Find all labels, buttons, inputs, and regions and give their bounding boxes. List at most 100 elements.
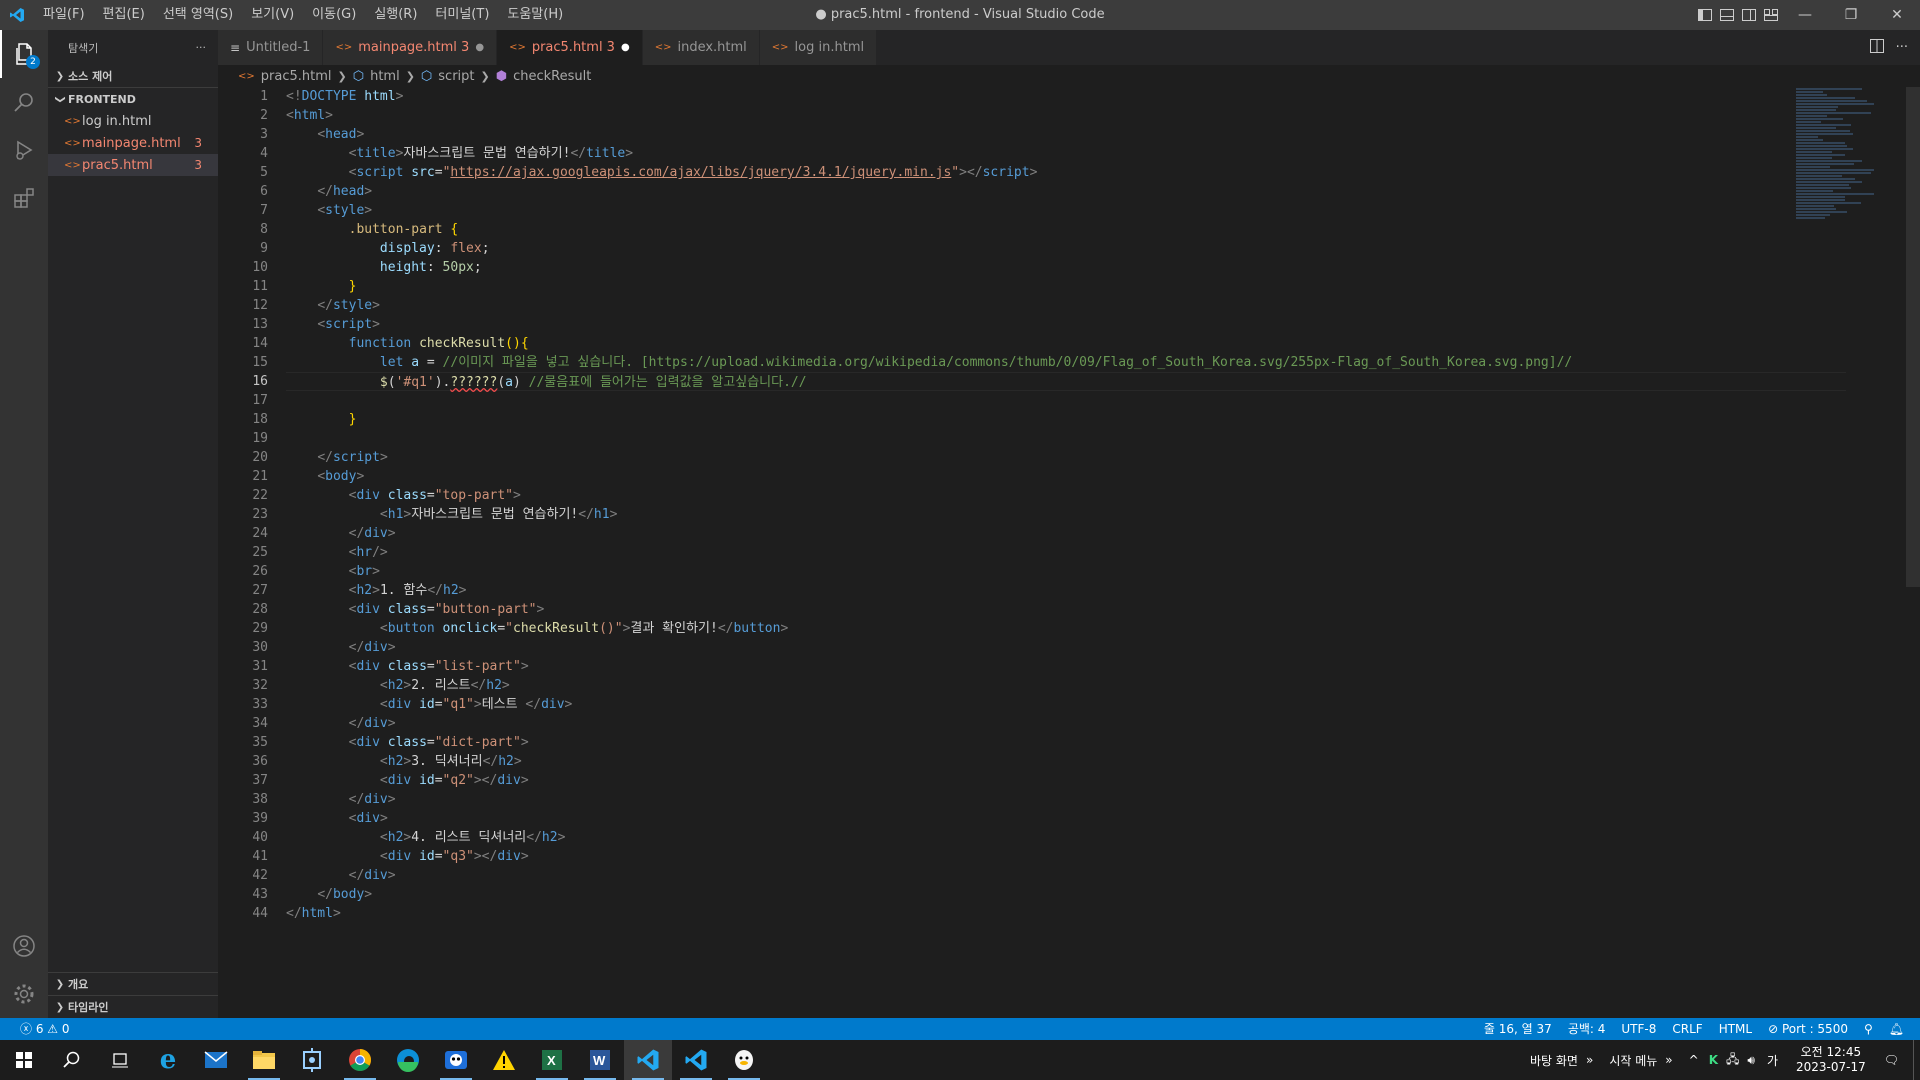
tab-index[interactable]: <> index.html [643, 30, 760, 65]
network-icon[interactable]: 🖧︎ [1722, 1050, 1743, 1071]
line-number: 29 [218, 619, 268, 638]
start-menu-toolbar[interactable]: 시작 메뉴 [1601, 1052, 1665, 1069]
file-item-login[interactable]: <> log in.html [48, 110, 218, 132]
line-number: 12 [218, 296, 268, 315]
restore-button[interactable]: ❐ [1828, 0, 1874, 30]
more-actions-icon[interactable]: ··· [1896, 40, 1908, 55]
excel-icon[interactable]: X [528, 1040, 576, 1080]
scrollbar-thumb[interactable] [1906, 87, 1920, 587]
network-app-icon[interactable] [288, 1040, 336, 1080]
customize-layout-icon[interactable] [1760, 0, 1782, 30]
windows-taskbar: e X W 바탕 화면 » 시작 메뉴 » ^ K 🖧︎ 🔊︎ 가 오전 12:… [0, 1040, 1920, 1080]
code-line: <div id="q2"></div> [286, 771, 1846, 790]
menu-run[interactable]: 실행(R) [365, 0, 426, 30]
code-line: <div id="q1">테스트 </div> [286, 695, 1846, 714]
more-actions-icon[interactable]: ··· [196, 41, 207, 54]
accounts-icon[interactable] [0, 922, 48, 970]
breadcrumb-html[interactable]: html [370, 69, 400, 84]
explorer-icon[interactable]: 2 [0, 30, 48, 78]
vscode-taskbar-icon-2[interactable] [672, 1040, 720, 1080]
close-button[interactable]: ✕ [1874, 0, 1920, 30]
split-editor-icon[interactable] [1870, 39, 1884, 57]
html-file-icon: <> [772, 42, 789, 53]
file-item-mainpage[interactable]: <> mainpage.html 3 [48, 132, 218, 154]
tab-untitled-1[interactable]: ≡ Untitled-1 [218, 30, 323, 65]
menu-selection[interactable]: 선택 영역(S) [154, 0, 242, 30]
menu-edit[interactable]: 편집(E) [94, 0, 154, 30]
menu-terminal[interactable]: 터미널(T) [426, 0, 498, 30]
ime-indicator[interactable]: 가 [1759, 1052, 1786, 1069]
mail-icon[interactable] [192, 1040, 240, 1080]
run-debug-icon[interactable] [0, 126, 48, 174]
folder-frontend[interactable]: ❯ FRONTEND [48, 88, 218, 110]
live-server-port[interactable]: ⊘ Port : 5500 [1760, 1018, 1856, 1040]
timeline-section[interactable]: ❯ 타임라인 [48, 995, 218, 1018]
line-number: 1 [218, 87, 268, 106]
menu-go[interactable]: 이동(G) [303, 0, 365, 30]
toggle-secondary-sidebar-icon[interactable] [1738, 0, 1760, 30]
clock-date: 2023-07-17 [1796, 1060, 1866, 1075]
line-number: 18 [218, 410, 268, 429]
file-explorer-icon[interactable] [240, 1040, 288, 1080]
line-ending[interactable]: CRLF [1664, 1018, 1710, 1040]
vertical-scrollbar[interactable] [1906, 87, 1920, 1018]
messenger-app-icon[interactable] [720, 1040, 768, 1080]
minimize-button[interactable]: — [1782, 0, 1828, 30]
warning-app-icon[interactable] [480, 1040, 528, 1080]
source-control-section[interactable]: ❯ 소스 제어 [48, 65, 218, 87]
toggle-primary-sidebar-icon[interactable] [1694, 0, 1716, 30]
menu-help[interactable]: 도움말(H) [498, 0, 572, 30]
file-name: log in.html [82, 114, 152, 129]
breadcrumb-file[interactable]: prac5.html [261, 69, 332, 84]
problems-indicator[interactable]: ⓧ 6 ⚠ 0 [12, 1018, 77, 1040]
show-hidden-icons-icon[interactable]: ^ [1683, 1053, 1705, 1067]
breadcrumb-function[interactable]: checkResult [513, 69, 591, 84]
code-line: let a = //이미지 파일을 넣고 싶습니다. [https://uplo… [286, 353, 1846, 372]
code-editor[interactable]: 1 2 3 4 5 6 7 8 9 10 11 12 13 14 15 16 17 18 19 20 21 22 23 24 2… [218, 87, 1920, 1018]
language-mode[interactable]: HTML [1711, 1018, 1760, 1040]
panda-app-icon[interactable] [432, 1040, 480, 1080]
tab-mainpage[interactable]: <> mainpage.html 3 ● [323, 30, 497, 65]
unsaved-dot-icon[interactable]: ● [621, 42, 630, 53]
notifications-bell-icon[interactable]: 🔔︎ [1881, 1018, 1912, 1040]
indentation[interactable]: 공백: 4 [1560, 1018, 1614, 1040]
manage-gear-icon[interactable] [0, 970, 48, 1018]
start-windows-icon[interactable] [0, 1040, 48, 1080]
tab-prac5[interactable]: <> prac5.html 3 ● [497, 30, 643, 65]
vscode-taskbar-icon[interactable] [624, 1040, 672, 1080]
outline-section[interactable]: ❯ 개요 [48, 972, 218, 995]
cursor-position[interactable]: 줄 16, 열 37 [1476, 1018, 1560, 1040]
breadcrumb-script[interactable]: script [438, 69, 474, 84]
chrome-icon[interactable] [336, 1040, 384, 1080]
h2-text: 2. 리스트 [411, 678, 470, 693]
notification-center-icon[interactable]: 🗨︎ [1876, 1053, 1913, 1067]
toolbar-chevron-icon[interactable]: » [1665, 1053, 1682, 1067]
show-desktop-button[interactable] [1913, 1040, 1920, 1080]
broadcast-icon[interactable]: ⚲ [1856, 1018, 1881, 1040]
clock[interactable]: 오전 12:45 2023-07-17 [1786, 1045, 1876, 1075]
toggle-panel-icon[interactable] [1716, 0, 1738, 30]
code-line: function checkResult(){ [286, 334, 1846, 353]
line-number: 28 [218, 600, 268, 619]
tab-login[interactable]: <> log in.html [760, 30, 877, 65]
task-view-icon[interactable] [96, 1040, 144, 1080]
extensions-icon[interactable] [0, 174, 48, 222]
word-icon[interactable]: W [576, 1040, 624, 1080]
menu-file[interactable]: 파일(F) [34, 0, 94, 30]
desktop-toolbar[interactable]: 바탕 화면 [1522, 1052, 1586, 1069]
code-line: </head> [286, 182, 1846, 201]
kakao-tray-icon[interactable]: K [1705, 1053, 1722, 1067]
internet-explorer-icon[interactable]: e [144, 1040, 192, 1080]
jquery-link[interactable]: https://ajax.googleapis.com/ajax/libs/jq… [450, 165, 951, 180]
toolbar-chevron-icon[interactable]: » [1586, 1053, 1601, 1067]
file-item-prac5[interactable]: <> prac5.html 3 [48, 154, 218, 176]
menu-view[interactable]: 보기(V) [242, 0, 303, 30]
minimap[interactable] [1796, 87, 1906, 187]
volume-icon[interactable]: 🔊︎ [1743, 1053, 1759, 1068]
encoding[interactable]: UTF-8 [1613, 1018, 1664, 1040]
taskbar-search-icon[interactable] [48, 1040, 96, 1080]
edge-icon[interactable] [384, 1040, 432, 1080]
code-area[interactable]: <!DOCTYPE html> <html> <head> <title>자바스… [286, 87, 1846, 923]
unsaved-dot-icon[interactable]: ● [475, 42, 484, 53]
search-icon[interactable] [0, 78, 48, 126]
